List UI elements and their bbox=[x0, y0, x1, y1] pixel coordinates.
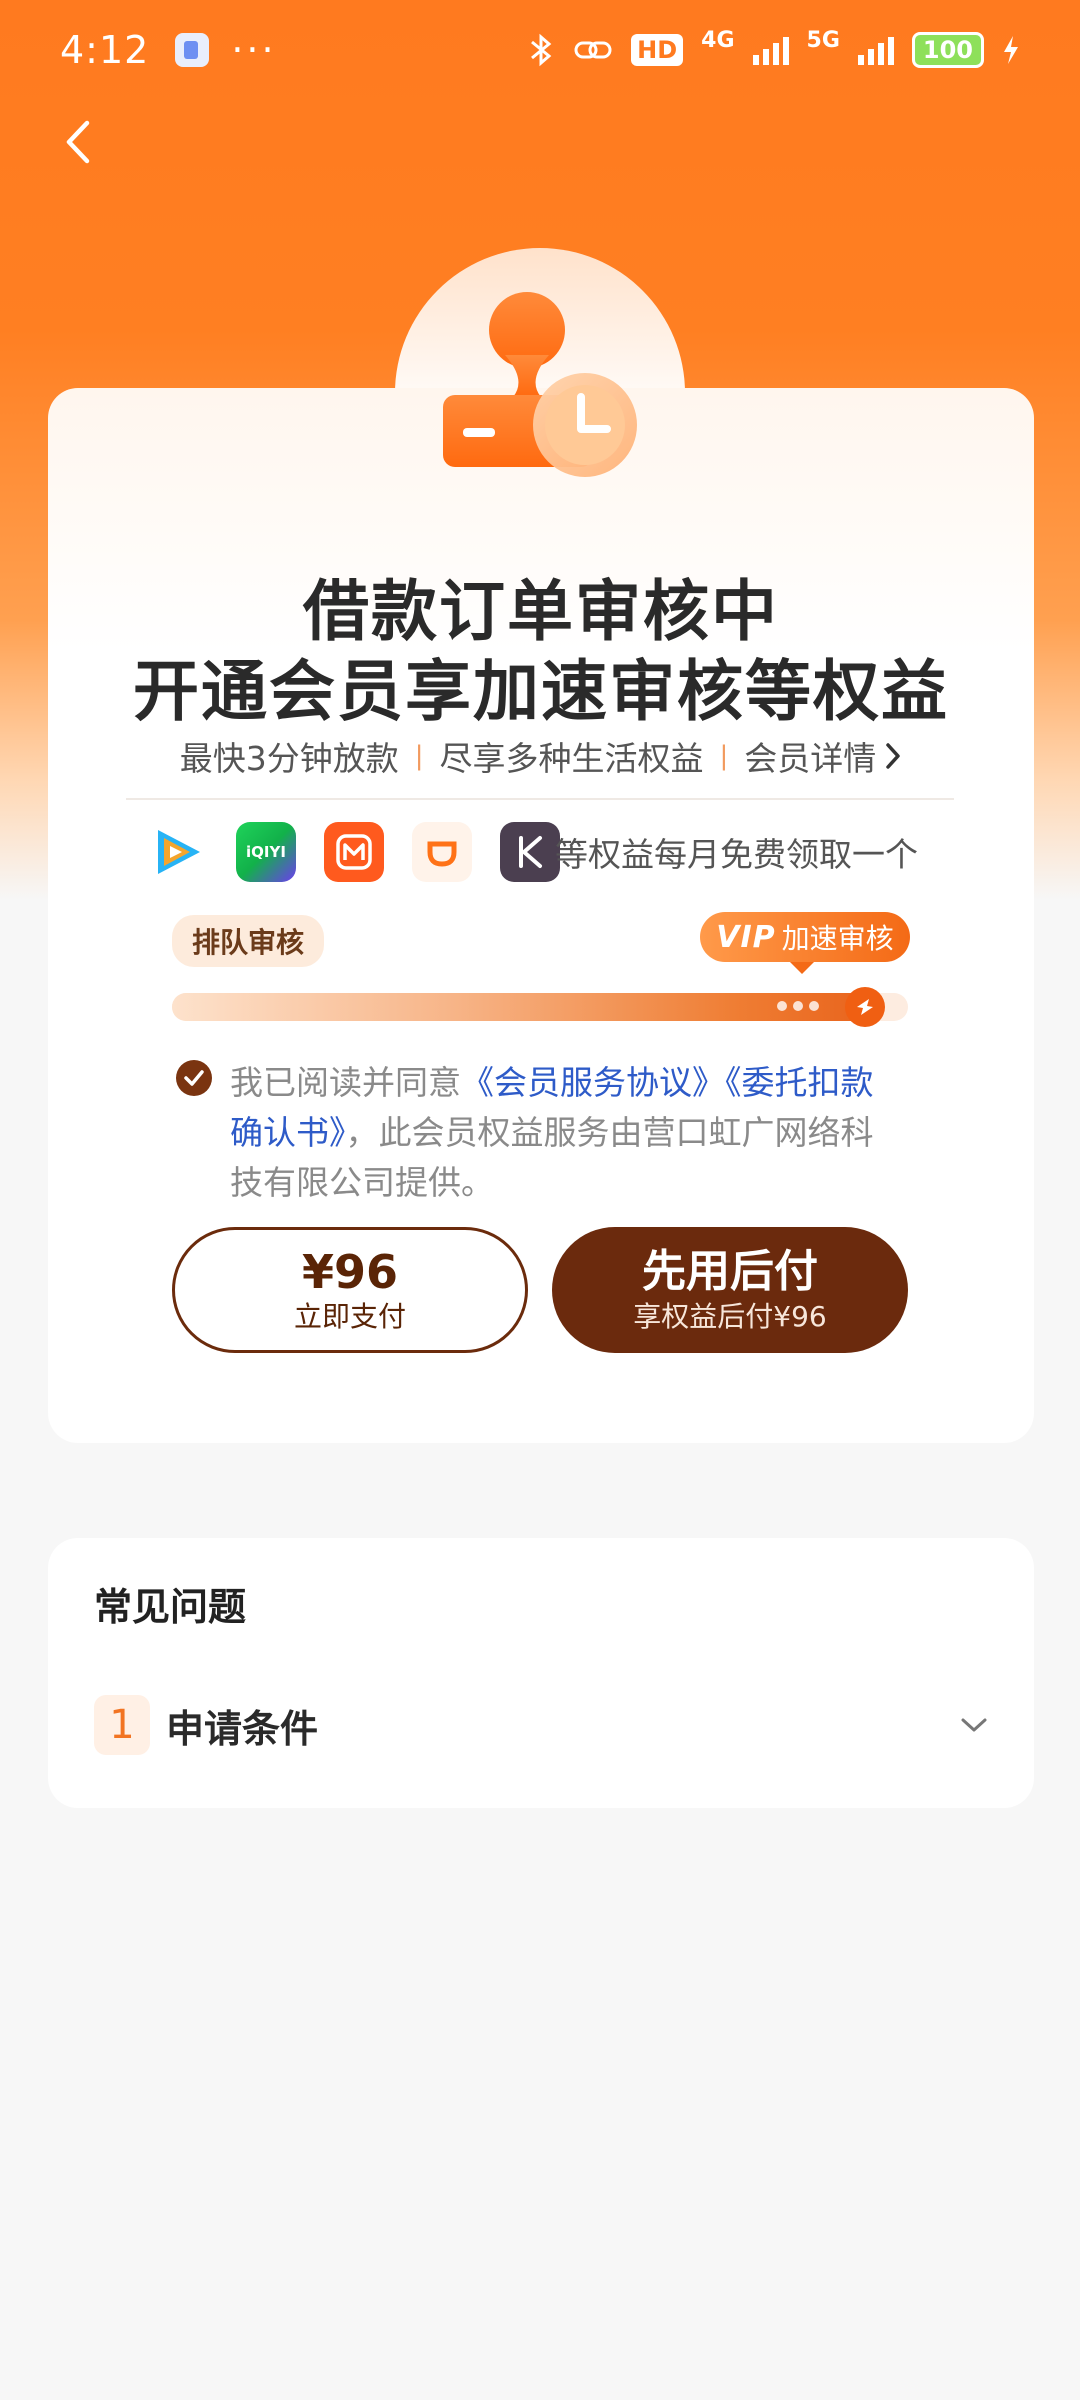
review-progress-track bbox=[172, 987, 908, 1027]
back-button[interactable] bbox=[48, 112, 108, 172]
separator: | bbox=[719, 741, 729, 771]
iqiyi-icon: iQIYI bbox=[236, 822, 296, 882]
battery-level: 100 bbox=[911, 32, 984, 68]
pay-later-label: 先用后付 bbox=[642, 1246, 818, 1297]
agreement-checkbox[interactable] bbox=[176, 1060, 212, 1096]
charging-icon bbox=[1004, 36, 1018, 64]
benefit-life-perks: 尽享多种生活权益 bbox=[439, 739, 704, 778]
page-subtitle: 开通会员享加速审核等权益 bbox=[133, 653, 949, 730]
more-notifications-icon: ··· bbox=[231, 28, 277, 72]
network-5g-label: 5G bbox=[806, 27, 840, 53]
faq-item-number: 1 bbox=[94, 1695, 150, 1755]
didi-icon bbox=[412, 822, 472, 882]
agreement-row: 我已阅读并同意《会员服务协议》《委托扣款确认书》，此会员权益服务由营口虹广网络科… bbox=[176, 1058, 906, 1208]
pay-now-button[interactable]: ¥96 立即支付 bbox=[172, 1227, 528, 1353]
pay-now-label: 立即支付 bbox=[293, 1300, 406, 1333]
tencent-video-icon bbox=[148, 822, 208, 882]
faq-title: 常见问题 bbox=[94, 1585, 247, 1629]
vip-accelerated-label: 加速审核 bbox=[781, 922, 894, 955]
rocket-icon bbox=[844, 987, 885, 1027]
benefit-fast-loan: 最快3分钟放款 bbox=[179, 739, 399, 778]
faq-card: 常见问题 1 申请条件 bbox=[48, 1538, 1034, 1808]
status-time: 4:12 bbox=[60, 28, 150, 72]
stamp-clock-icon bbox=[443, 292, 637, 477]
chevron-down-icon bbox=[954, 1705, 994, 1745]
speed-dots bbox=[776, 1001, 819, 1011]
vip-accelerated-review-badge: VIP 加速审核 bbox=[700, 912, 910, 974]
bluetooth-icon bbox=[531, 33, 552, 67]
checkmark-icon bbox=[184, 1070, 204, 1086]
signal-bars-icon bbox=[857, 35, 894, 65]
member-service-agreement-link[interactable]: 《会员服务协议》 bbox=[461, 1063, 725, 1102]
keep-icon bbox=[500, 822, 560, 882]
agreement-text: 我已阅读并同意《会员服务协议》《委托扣款确认书》，此会员权益服务由营口虹广网络科… bbox=[230, 1058, 906, 1208]
divider bbox=[126, 798, 954, 800]
member-details-label: 会员详情 bbox=[744, 739, 877, 778]
pay-now-price: ¥96 bbox=[301, 1245, 399, 1299]
link-icon bbox=[574, 41, 612, 59]
status-bar: 4:12 ··· HD 4G 5G 100 bbox=[0, 0, 1080, 100]
hd-voice-badge: HD bbox=[631, 34, 684, 66]
review-progress-fill bbox=[172, 987, 885, 1027]
network-4g-label: 4G bbox=[701, 27, 735, 53]
signal-bars-icon bbox=[752, 35, 789, 65]
pay-later-sub: 享权益后付¥96 bbox=[633, 1300, 827, 1333]
separator: | bbox=[414, 741, 424, 771]
agreement-prefix: 我已阅读并同意 bbox=[230, 1063, 461, 1102]
notification-app-icon bbox=[175, 33, 210, 67]
chevron-right-icon bbox=[886, 743, 901, 769]
queue-review-label: 排队审核 bbox=[172, 915, 325, 967]
member-details-link[interactable]: 会员详情 bbox=[744, 732, 902, 780]
vip-word: VIP bbox=[716, 919, 776, 955]
faq-item-application-conditions[interactable]: 1 申请条件 bbox=[94, 1693, 994, 1757]
benefit-summary: 最快3分钟放款 | 尽享多种生活权益 | 会员详情 bbox=[48, 732, 1034, 780]
partner-apps: iQIYI bbox=[148, 822, 560, 882]
pay-later-button[interactable]: 先用后付 享权益后付¥96 bbox=[552, 1227, 908, 1353]
faq-item-label: 申请条件 bbox=[166, 1706, 319, 1751]
mango-tv-icon bbox=[324, 822, 384, 882]
chevron-left-icon bbox=[66, 120, 90, 164]
monthly-perk-text: 等权益每月免费领取一个 bbox=[555, 835, 918, 874]
